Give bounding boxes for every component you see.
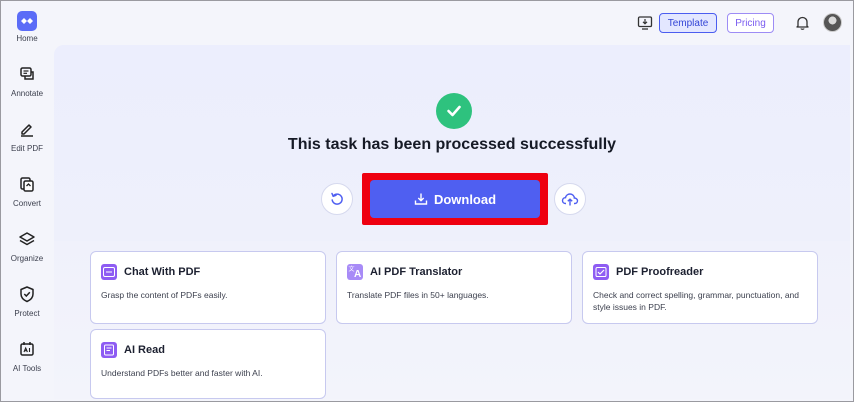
sidebar-item-label: Convert xyxy=(12,199,41,208)
sidebar-item-ai-tools[interactable]: AI Tools xyxy=(1,340,53,373)
result-area: This task has been processed successfull… xyxy=(54,45,850,241)
sidebar-item-home[interactable]: Home xyxy=(1,11,53,43)
chat-icon xyxy=(101,264,117,280)
avatar[interactable] xyxy=(823,13,842,32)
card-description: Grasp the content of PDFs easily. xyxy=(101,290,228,300)
card-title: PDF Proofreader xyxy=(616,266,704,278)
sidebar: Home Annotate Edit PDF Convert Organize … xyxy=(1,1,53,401)
card-title: Chat With PDF xyxy=(124,266,201,278)
protect-icon xyxy=(20,286,34,303)
template-button[interactable]: Template xyxy=(659,13,717,33)
proofread-icon xyxy=(593,264,609,280)
translate-icon: A文 xyxy=(347,264,363,280)
card-chat-with-pdf[interactable]: Chat With PDF Grasp the content of PDFs … xyxy=(90,251,326,324)
pricing-button[interactable]: Pricing xyxy=(727,13,774,33)
ai-tools-icon xyxy=(20,342,34,356)
download-button[interactable]: Download xyxy=(370,180,540,218)
card-title: AI PDF Translator xyxy=(370,266,463,278)
status-title: This task has been processed successfull… xyxy=(287,136,617,153)
upload-cloud-button[interactable] xyxy=(554,183,586,215)
top-bar: Template Pricing xyxy=(53,1,853,45)
refresh-icon xyxy=(331,192,343,205)
sidebar-item-convert[interactable]: Convert xyxy=(1,175,53,208)
card-pdf-proofreader[interactable]: PDF Proofreader Check and correct spelli… xyxy=(582,251,818,324)
card-description: Check and correct spelling, grammar, pun… xyxy=(593,290,800,312)
sidebar-item-label: Protect xyxy=(14,309,40,318)
card-description: Understand PDFs better and faster with A… xyxy=(101,368,263,378)
success-check-icon xyxy=(436,93,472,129)
sidebar-item-edit-pdf[interactable]: Edit PDF xyxy=(1,120,53,153)
app-window: Home Annotate Edit PDF Convert Organize … xyxy=(0,0,854,402)
cloud-upload-icon xyxy=(561,193,579,206)
convert-icon xyxy=(20,177,34,192)
download-monitor-icon[interactable] xyxy=(637,15,653,31)
sidebar-item-label: Annotate xyxy=(10,89,44,98)
svg-text:A: A xyxy=(354,269,361,279)
download-icon xyxy=(414,193,428,205)
svg-text:文: 文 xyxy=(349,265,355,273)
download-label: Download xyxy=(433,191,497,207)
sidebar-item-organize[interactable]: Organize xyxy=(1,230,53,263)
annotate-icon xyxy=(20,67,34,80)
sidebar-item-protect[interactable]: Protect xyxy=(1,285,53,318)
bell-icon[interactable] xyxy=(795,15,810,31)
home-logo-icon xyxy=(17,11,37,31)
sidebar-item-label: Home xyxy=(16,34,38,43)
sidebar-item-label: AI Tools xyxy=(12,364,42,373)
card-title: AI Read xyxy=(124,344,165,356)
sidebar-item-label: Edit PDF xyxy=(10,144,43,153)
sidebar-item-annotate[interactable]: Annotate xyxy=(1,65,53,98)
card-description: Translate PDF files in 50+ languages. xyxy=(347,290,489,300)
retry-button[interactable] xyxy=(321,183,353,215)
main-panel: This task has been processed successfull… xyxy=(54,45,850,399)
card-ai-pdf-translator[interactable]: A文 AI PDF Translator Translate PDF files… xyxy=(336,251,572,324)
organize-icon xyxy=(19,232,35,246)
edit-pdf-icon xyxy=(21,124,33,137)
card-ai-read[interactable]: AI Read Understand PDFs better and faste… xyxy=(90,329,326,399)
ai-read-icon xyxy=(101,342,117,358)
sidebar-item-label: Organize xyxy=(10,254,44,263)
